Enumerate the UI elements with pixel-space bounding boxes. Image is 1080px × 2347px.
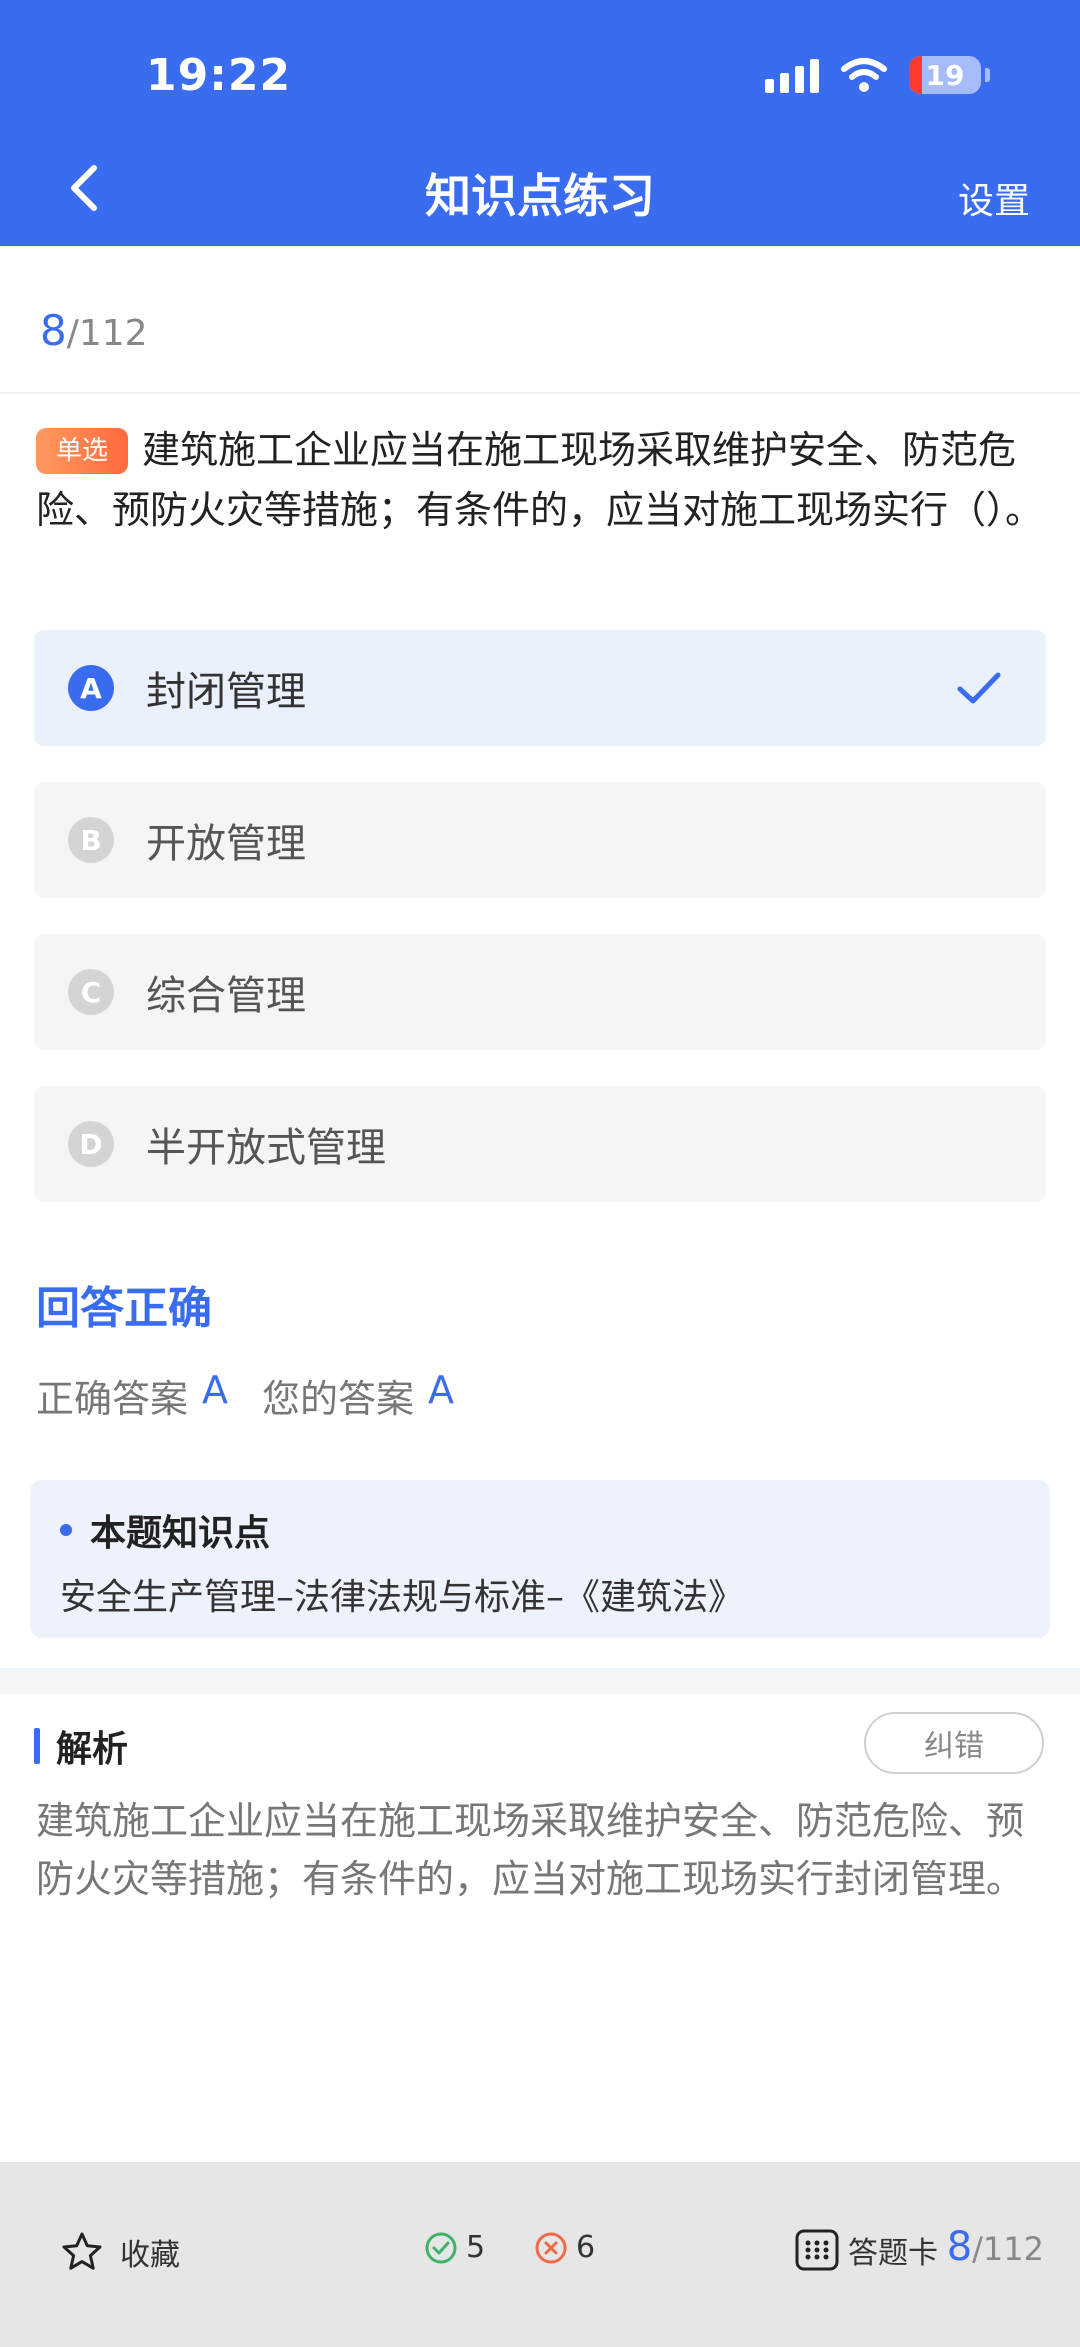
your-answer-value: A [428,1368,455,1412]
favorite-label: 收藏 [120,2238,180,2273]
knowledge-point-title: 本题知识点 [90,1513,271,1554]
grid-icon [795,2229,839,2271]
signal-icon [765,57,819,93]
correct-answer-value: A [202,1368,229,1412]
analysis-title: 解析 [56,1729,129,1770]
favorite-button[interactable]: 收藏 [60,2230,180,2274]
right-count: 5 [424,2230,485,2265]
battery-level: 19 [925,58,965,92]
option-b[interactable]: B 开放管理 [34,782,1046,898]
wrong-count: 6 [534,2230,595,2265]
answer-card-label: 答题卡 [848,2236,938,2271]
progress-total: /112 [66,313,148,354]
analysis-text: 建筑施工企业应当在施工现场采取维护安全、防范危险、预防火灾等措施；有条件的，应当… [36,1799,1025,1901]
status-time: 19:22 [146,50,292,101]
option-c[interactable]: C 综合管理 [34,934,1046,1050]
page-title: 知识点练习 [425,169,655,223]
section-separator [0,1668,1080,1694]
report-error-button[interactable]: 纠错 [864,1712,1044,1774]
heading-bar [34,1728,40,1764]
battery-cap [985,68,990,82]
battery-icon: 19 [909,56,981,94]
bottom-progress-current: 8 [946,2224,973,2270]
right-count-value: 5 [466,2230,486,2265]
answer-summary: 正确答案 A 您的答案 A [36,1368,488,1423]
divider [0,392,1080,394]
answer-card-button[interactable]: 答题卡 [794,2228,938,2272]
check-icon [957,672,1001,704]
option-a[interactable]: A 封闭管理 [34,630,1046,746]
status-icons: 19 [765,56,990,94]
option-letter: B [68,817,114,863]
wrong-count-value: 6 [576,2230,596,2265]
bullet-dot-icon [60,1524,72,1536]
question-text-block: 单选 建筑施工企业应当在施工现场采取维护安全、防范危险、预防火灾等措施；有条件的，… [36,420,1046,540]
question-text: 建筑施工企业应当在施工现场采取维护安全、防范危险、预防火灾等措施；有条件的，应当… [36,428,1044,532]
option-text: 开放管理 [146,821,306,867]
wifi-icon [841,58,887,92]
star-icon [62,2232,102,2270]
option-text: 综合管理 [146,973,306,1019]
check-circle-icon [425,2232,457,2263]
option-text: 封闭管理 [146,669,306,715]
correct-answer-label: 正确答案 [36,1377,189,1421]
cross-circle-icon [535,2232,567,2263]
bottom-progress-total: /112 [972,2230,1044,2268]
option-letter: C [68,969,114,1015]
option-d[interactable]: D 半开放式管理 [34,1086,1046,1202]
analysis-heading: 解析 [34,1720,128,1772]
header: 19:22 19 知识点练习 设置 [0,0,1080,246]
knowledge-point-heading: 本题知识点 [60,1504,270,1556]
question-progress: 8/112 [40,306,148,355]
progress-current: 8 [40,306,67,355]
option-letter: D [68,1121,114,1167]
settings-button[interactable]: 设置 [958,172,1030,224]
bottom-bar: 收藏 5 6 答题卡 8/112 [0,2162,1080,2347]
bottom-progress: 8/112 [947,2224,1044,2270]
knowledge-point-card: 本题知识点 安全生产管理–法律法规与标准–《建筑法》 [30,1480,1050,1638]
your-answer-label: 您的答案 [262,1377,415,1421]
page: 19:22 19 知识点练习 设置 8/112 单选 建筑施工企业应当在施工现场… [0,0,1080,2347]
option-letter: A [68,665,114,711]
knowledge-point-text: 安全生产管理–法律法规与标准–《建筑法》 [60,1577,745,1618]
option-text: 半开放式管理 [146,1125,386,1171]
result-title: 回答正确 [36,1283,212,1334]
question-type-tag: 单选 [36,428,128,474]
